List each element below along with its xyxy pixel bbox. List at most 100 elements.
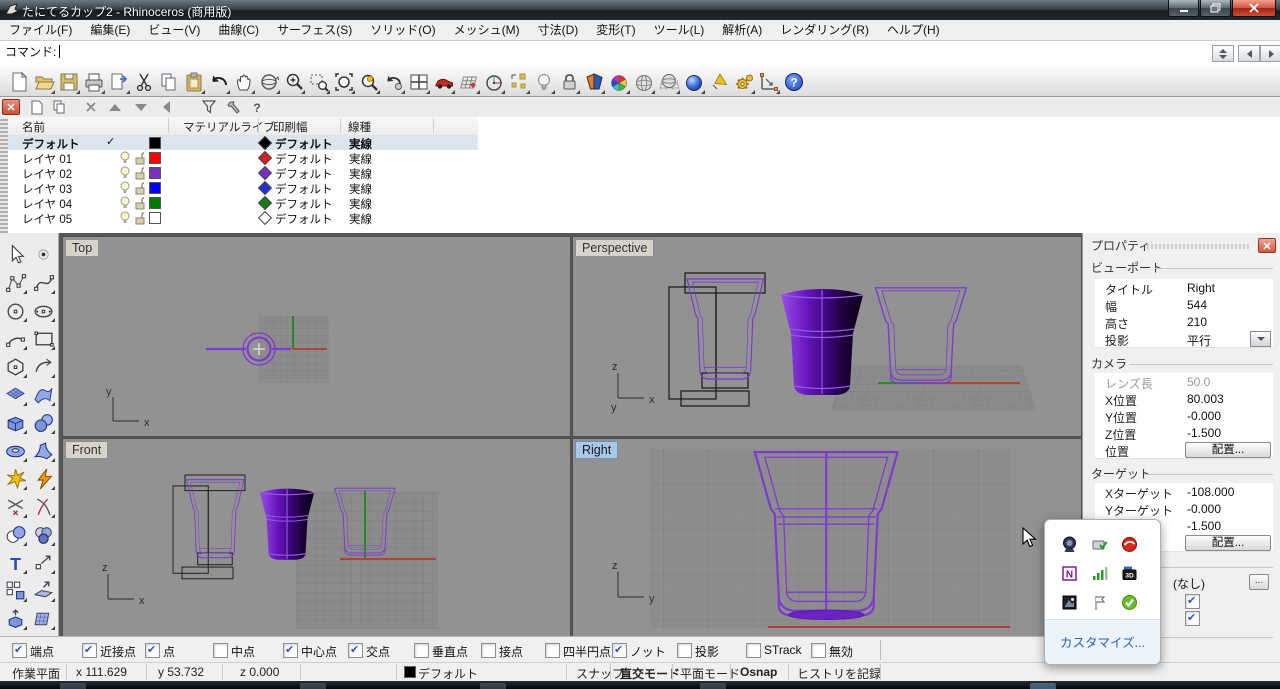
wallpaper-none-value[interactable]: (なし) <box>1173 575 1205 592</box>
ellipse-tool[interactable] <box>30 297 56 323</box>
boolean-difference-tool[interactable] <box>30 521 56 547</box>
viewport-top-title[interactable]: Top <box>65 239 99 257</box>
onenote-icon[interactable]: N <box>1061 565 1078 582</box>
lock-icon[interactable] <box>556 69 581 95</box>
layer-color-swatch[interactable] <box>149 137 161 149</box>
history-back-button[interactable] <box>1238 45 1260 62</box>
viewport-front-title[interactable]: Front <box>65 441 108 459</box>
cut-button[interactable] <box>131 69 156 95</box>
panel-grip[interactable] <box>0 117 8 233</box>
col-name[interactable]: 名前 <box>22 119 45 135</box>
explode-tool[interactable] <box>2 465 28 491</box>
layer-visible-bulb-icon[interactable] <box>119 181 131 195</box>
active-layer-field[interactable]: デフォルト <box>418 665 478 682</box>
col-linetype[interactable]: 線種 <box>348 119 371 135</box>
layer-visible-bulb-icon[interactable] <box>119 166 131 180</box>
viewport-right-title[interactable]: Right <box>575 441 618 459</box>
history-forward-button[interactable] <box>1260 45 1280 62</box>
color-wheel-icon[interactable] <box>606 69 631 95</box>
projection-value[interactable]: 平行 <box>1187 332 1211 349</box>
minimize-button[interactable] <box>1168 0 1199 17</box>
arc-tool[interactable] <box>2 325 28 351</box>
camera-place-button[interactable]: 配置... <box>1185 442 1271 458</box>
customize-link[interactable]: カスタマイズ... <box>1045 632 1160 651</box>
osnap-toggle[interactable]: Osnap <box>740 665 777 679</box>
layer-visible-bulb-icon[interactable] <box>119 211 131 225</box>
projection-dropdown-button[interactable] <box>1250 331 1271 347</box>
layer-unlocked-icon[interactable] <box>134 181 146 195</box>
snap-toggle[interactable]: スナップ <box>576 665 624 682</box>
layer-row-default[interactable]: デフォルト ✓ デフォルト 実線 <box>8 135 478 150</box>
viewport-perspective-title[interactable]: Perspective <box>575 239 654 257</box>
antivirus-icon[interactable] <box>1121 536 1138 553</box>
zoom-in-button[interactable] <box>281 69 306 95</box>
copy-layer-button[interactable] <box>48 98 70 116</box>
text-tool[interactable]: T <box>2 549 28 575</box>
delete-layer-button[interactable] <box>80 98 102 116</box>
menu-solid[interactable]: ソリッド(O) <box>361 21 444 40</box>
torus-tool[interactable] <box>2 437 28 463</box>
active-layer-color-chip[interactable] <box>404 666 416 678</box>
sweep-surface-tool[interactable] <box>30 437 56 463</box>
panel-help-button[interactable]: ? <box>246 98 268 116</box>
command-prompt[interactable]: コマンド: <box>5 43 56 60</box>
shaded-sphere-icon[interactable] <box>631 69 656 95</box>
close-button[interactable] <box>1232 0 1276 17</box>
paste-button[interactable] <box>181 69 206 95</box>
target-place-button[interactable]: 配置... <box>1185 535 1271 551</box>
menu-help[interactable]: ヘルプ(H) <box>878 21 949 40</box>
ortho-toggle[interactable]: 直交モード <box>620 665 680 682</box>
layer-color-swatch[interactable] <box>149 197 161 209</box>
move-down-button[interactable] <box>130 98 152 116</box>
split-tool[interactable] <box>30 493 56 519</box>
action-center-flag-icon[interactable] <box>1091 594 1108 611</box>
help-button[interactable]: ? <box>781 69 806 95</box>
menu-edit[interactable]: 編集(E) <box>81 21 139 40</box>
menu-curve[interactable]: 曲線(C) <box>209 21 268 40</box>
layer-color-swatch[interactable] <box>149 152 161 164</box>
title-bar[interactable]: たにてるカップ2 - Rhinoceros (商用版) <box>0 0 1280 20</box>
viewport-right[interactable]: Right z <box>572 438 1082 637</box>
zoom-selected-button[interactable] <box>356 69 381 95</box>
menu-analyze[interactable]: 解析(A) <box>713 21 771 40</box>
circle-tool[interactable] <box>2 297 28 323</box>
move-up-button[interactable] <box>104 98 126 116</box>
rotate-view-button[interactable] <box>256 69 281 95</box>
polygon-tool[interactable] <box>2 353 28 379</box>
target-z-value[interactable]: -1.500 <box>1187 519 1221 533</box>
trim-tool[interactable] <box>2 493 28 519</box>
layer-row[interactable]: レイヤ 02 デフォルト 実線 <box>8 165 478 180</box>
messenger-check-icon[interactable] <box>1121 594 1138 611</box>
render-button[interactable] <box>681 69 706 95</box>
viewport-layout-button[interactable] <box>406 69 431 95</box>
patch-surface-tool[interactable] <box>2 381 28 407</box>
menu-render[interactable]: レンダリング(R) <box>771 21 878 40</box>
3d-video-icon[interactable]: 3D <box>1121 565 1138 582</box>
close-panel-button[interactable] <box>2 99 20 115</box>
target-x-value[interactable]: -108.000 <box>1187 485 1234 499</box>
layer-unlocked-icon[interactable] <box>134 166 146 180</box>
new-file-button[interactable] <box>6 69 31 95</box>
control-point-curve-tool[interactable] <box>2 269 28 295</box>
properties-close-button[interactable] <box>1258 238 1276 253</box>
panel-drag-texture[interactable] <box>1147 244 1251 249</box>
menu-tools[interactable]: ツール(L) <box>645 21 714 40</box>
undo-view-button[interactable] <box>381 69 406 95</box>
layer-visible-bulb-icon[interactable] <box>119 196 131 210</box>
camera-y-value[interactable]: -0.000 <box>1187 409 1221 423</box>
layer-row[interactable]: レイヤ 04 デフォルト 実線 <box>8 195 478 210</box>
menu-dimension[interactable]: 寸法(D) <box>529 21 588 40</box>
menu-file[interactable]: ファイル(F) <box>0 21 81 40</box>
red-car-icon[interactable] <box>431 69 456 95</box>
shield-icon[interactable] <box>581 69 606 95</box>
render-mesh-sphere-icon[interactable] <box>656 69 681 95</box>
prop-checkbox-1[interactable] <box>1185 594 1200 609</box>
col-print-width[interactable]: 印刷幅 <box>273 119 308 135</box>
network-signal-icon[interactable] <box>1091 565 1108 582</box>
new-layer-button[interactable] <box>26 98 48 116</box>
curve-tool[interactable] <box>30 269 56 295</box>
box-tool[interactable] <box>2 409 28 435</box>
selection-tool[interactable] <box>2 241 28 267</box>
safely-remove-hardware-icon[interactable] <box>1091 536 1108 553</box>
col-material[interactable]: マテリアルライブ... <box>183 119 284 135</box>
